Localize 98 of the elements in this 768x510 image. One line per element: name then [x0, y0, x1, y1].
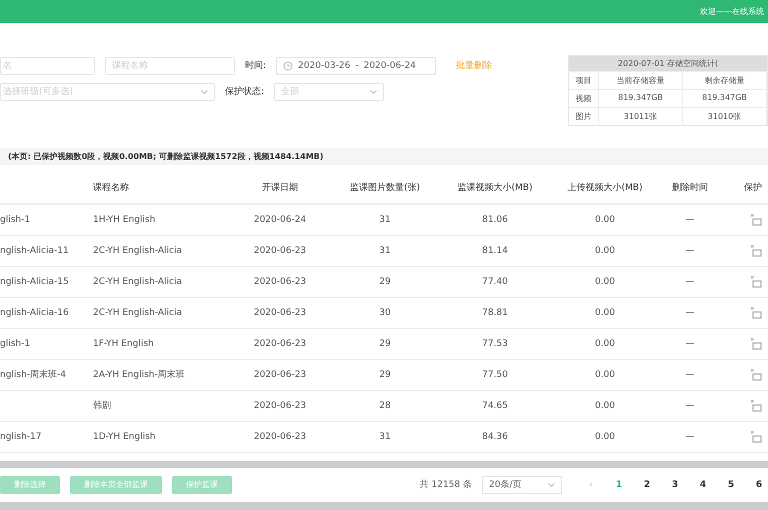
horizontal-scrollbar[interactable] [0, 460, 768, 468]
table-cell-text: 29 [378, 276, 392, 287]
page-size-select[interactable]: 20条/页 [482, 476, 562, 494]
table-cell-text: — [684, 432, 696, 442]
table-cell-text: 1D-YH English [92, 432, 156, 442]
stats-cell: 819.347GB [599, 90, 683, 107]
action-button[interactable]: 保护监课 [172, 476, 232, 494]
action-button[interactable]: 删除选择 [0, 476, 60, 494]
table-cell-text: 2C-YH English-Alicia [92, 276, 183, 287]
table-cell-text: 2C-YH English-Alicia [92, 308, 183, 318]
table-cell-text: 韩剧 [92, 400, 112, 412]
table-cell-text: 2020-06-23 [252, 276, 308, 287]
protect-label: 保护状态: [225, 86, 264, 98]
table-cell-text: nglish-Alicia-11 [0, 246, 70, 256]
table-cell-text: nglish-Alicia-16 [0, 308, 70, 318]
table-cell-text: 1H-YH English [92, 214, 156, 225]
table-cell-text: 0.00 [594, 214, 616, 225]
table-cell-text: — [684, 246, 696, 256]
table-cell-text: — [684, 370, 696, 380]
table-cell-text: nglish-Alicia-15 [0, 276, 70, 287]
column-header: 监课视频大小(MB) [456, 182, 534, 194]
table-cell-text: 0.00 [594, 432, 616, 442]
table-cell-text: — [684, 214, 696, 225]
table-cell-text: 2020-06-23 [252, 308, 308, 318]
table-cell-text: — [684, 308, 696, 318]
chevron-icon [201, 90, 208, 94]
table-cell-text: — [684, 400, 696, 411]
table-cell-text: 2020-06-23 [252, 338, 308, 349]
table-cell-text: 84.36 [481, 432, 509, 442]
table-cell-text: 77.50 [481, 370, 509, 380]
stats-cell: 31010张 [683, 108, 767, 125]
action-button[interactable]: 删除本页全部监课 [70, 476, 162, 494]
table-cell-text: 0.00 [594, 308, 616, 318]
page-button[interactable]: 5 [722, 480, 740, 490]
stats-cell: 当前存储容量 [599, 72, 683, 89]
stats-cell: 图片 [569, 108, 599, 125]
table-cell-text: 2020-06-23 [252, 246, 308, 256]
table-cell-text: glish-1 [0, 214, 32, 225]
total-count: 共 12158 条 [420, 478, 472, 492]
table-cell-text: 78.81 [481, 308, 509, 318]
table-cell-text: 0.00 [594, 400, 616, 411]
stats-cell: 31011张 [599, 108, 683, 125]
table-cell-text: 1F-YH English [92, 338, 155, 349]
table-cell-text: 2020-06-24 [252, 214, 308, 225]
table-cell-text: 31 [378, 432, 392, 442]
page-button[interactable]: 2 [638, 480, 656, 490]
date-start: 2020-03-26 [298, 60, 350, 71]
stats-cell: 项目 [569, 72, 599, 89]
table-cell-text: 81.14 [481, 246, 509, 256]
page-button[interactable]: 1 [610, 480, 628, 490]
date-range-field[interactable]: 2020-03-26 - 2020-06-24 [276, 56, 436, 75]
chevron-icon [548, 482, 555, 487]
table-cell-text: — [684, 276, 696, 287]
table-cell-text: 29 [378, 338, 392, 349]
clock-icon [283, 60, 294, 71]
table-cell-text: 28 [378, 400, 392, 411]
table-cell-text: 81.06 [481, 214, 509, 225]
page-button[interactable]: 3 [666, 480, 684, 490]
date-end: 2020-06-24 [364, 60, 416, 71]
stats-cell: 剩余存储量 [683, 72, 767, 89]
table-cell-text: 29 [378, 370, 392, 380]
action-link[interactable]: 批量删除 [456, 59, 492, 72]
page-button[interactable]: 6 [750, 480, 768, 490]
column-header: 删除时间 [671, 182, 709, 194]
table-cell-text: nglish-周末班-4 [0, 368, 68, 382]
table-cell-text: 0.00 [594, 276, 616, 287]
table-cell-text: 77.53 [481, 338, 509, 349]
column-header: 保护 [743, 182, 763, 194]
stats-cell: 视频 [569, 90, 599, 107]
table-cell-text: 30 [378, 308, 392, 318]
prev-page-button[interactable]: ‹ [582, 480, 600, 490]
table-cell-text: 2020-06-23 [252, 400, 308, 411]
table-cell-text: nglish-17 [0, 432, 43, 442]
chevron-icon [370, 90, 378, 94]
column-header: 上传视频大小(MB) [566, 182, 644, 194]
summary-text: (本页: 已保护视频数0段，视频0.00MB; 可删除监课视频1572段，视频1484.14MB) [0, 148, 768, 165]
table-cell-text: 2A-YH English-周末班 [92, 368, 186, 382]
column-header: 课程名称 [92, 182, 130, 194]
date-separator: - [355, 60, 359, 71]
stats-cell: 819.347GB [683, 90, 767, 107]
column-header: 开课日期 [261, 182, 299, 194]
table-cell-text: 0.00 [594, 338, 616, 349]
table-cell-text: glish-1 [0, 338, 32, 349]
table-cell-text: 74.65 [481, 400, 509, 411]
stats-title: 2020-07-01 存储空间统计( [569, 56, 767, 71]
table-cell-text: 0.00 [594, 370, 616, 380]
page-button[interactable]: 4 [694, 480, 712, 490]
time-label: 时间: [245, 60, 266, 72]
table-cell-text: 2C-YH English-Alicia [92, 246, 183, 256]
table-cell-text: 77.40 [481, 276, 509, 287]
table-cell-text: 0.00 [594, 246, 616, 256]
column-header: 监课图片数量(张) [348, 182, 422, 194]
table-cell-text: 2020-06-23 [252, 370, 308, 380]
header-user-text: 欢迎——在线系统 [700, 6, 764, 17]
table-cell-text: 2020-06-23 [252, 432, 308, 442]
table-cell-text: — [684, 338, 696, 349]
table-cell-text: 31 [378, 214, 392, 225]
table-cell-text: 31 [378, 246, 392, 256]
